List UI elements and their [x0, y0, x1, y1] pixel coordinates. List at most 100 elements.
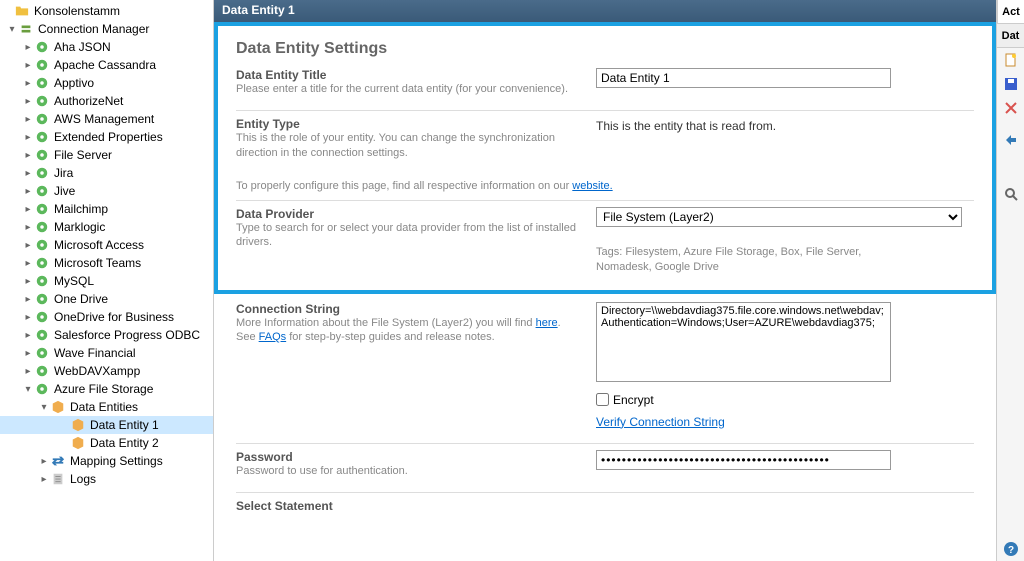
tree-item[interactable]: ▸Microsoft Teams [0, 254, 213, 272]
tree-item-data-entities[interactable]: ▾ Data Entities [0, 398, 213, 416]
row-connection-string: Connection String More Information about… [236, 298, 974, 443]
logs-icon [50, 471, 66, 487]
tree-item[interactable]: ▸Extended Properties [0, 128, 213, 146]
data-entity-title-input[interactable] [596, 68, 891, 88]
chevron-right-icon[interactable]: ▸ [22, 258, 34, 269]
chevron-right-icon[interactable]: ▸ [22, 60, 34, 71]
chevron-right-icon[interactable]: ▸ [22, 42, 34, 53]
chevron-right-icon[interactable]: ▸ [22, 204, 34, 215]
tree-item[interactable]: ▸Apache Cassandra [0, 56, 213, 74]
chevron-down-icon[interactable]: ▾ [22, 384, 34, 395]
chevron-right-icon[interactable]: ▸ [22, 330, 34, 341]
search-button[interactable] [997, 182, 1024, 206]
tree-item[interactable]: ▸AWS Management [0, 110, 213, 128]
gear-icon [34, 309, 50, 325]
tree-item[interactable]: ▸One Drive [0, 290, 213, 308]
title-bar: Data Entity 1 [214, 0, 996, 22]
tree-label: Salesforce Progress ODBC [52, 328, 200, 342]
tree-item[interactable]: ▸Jive [0, 182, 213, 200]
back-button[interactable] [997, 128, 1024, 152]
tree-item[interactable]: ▸AuthorizeNet [0, 92, 213, 110]
chevron-right-icon[interactable]: ▸ [22, 132, 34, 143]
website-link[interactable]: website. [572, 180, 612, 192]
chevron-right-icon[interactable]: ▸ [22, 222, 34, 233]
connection-icon [18, 21, 34, 37]
tree-item-data-entity-1[interactable]: Data Entity 1 [0, 416, 213, 434]
gear-icon [34, 327, 50, 343]
tree-item-logs[interactable]: ▸ Logs [0, 470, 213, 488]
page-title: Data Entity 1 [222, 3, 295, 17]
tree-item[interactable]: ▸ Apptivo [0, 74, 213, 92]
chevron-right-icon[interactable]: ▸ [22, 294, 34, 305]
chevron-right-icon[interactable]: ▸ [22, 168, 34, 179]
tree-item[interactable]: ▸ Microsoft Access [0, 236, 213, 254]
main-pane: Data Entity 1 Data Entity Settings Data … [214, 0, 996, 561]
tree-item[interactable]: ▸ Jira [0, 164, 213, 182]
new-button[interactable] [997, 48, 1024, 72]
delete-icon [1003, 100, 1019, 116]
chevron-right-icon[interactable]: ▸ [22, 276, 34, 287]
tree-label: OneDrive for Business [52, 310, 174, 324]
tree-item[interactable]: ▸File Server [0, 146, 213, 164]
verify-connection-link[interactable]: Verify Connection String [596, 415, 725, 429]
gear-icon [34, 75, 50, 91]
faqs-link[interactable]: FAQs [259, 331, 287, 343]
back-arrow-icon [1003, 132, 1019, 148]
tree-item[interactable]: ▸WebDAVXampp [0, 362, 213, 380]
tree-label: Wave Financial [52, 346, 136, 360]
cube-icon [70, 417, 86, 433]
tree-item-azure-file-storage[interactable]: ▾ Azure File Storage [0, 380, 213, 398]
field-label: Entity Type [236, 117, 576, 131]
chevron-right-icon[interactable]: ▸ [22, 312, 34, 323]
tree-label: Mailchimp [52, 202, 108, 216]
chevron-down-icon[interactable]: ▾ [6, 24, 18, 35]
tree-item[interactable]: ▸ Mailchimp [0, 200, 213, 218]
delete-button[interactable] [997, 96, 1024, 120]
tree-item[interactable]: ▸ Salesforce Progress ODBC [0, 326, 213, 344]
tree-label: Data Entity 1 [88, 418, 159, 432]
tree-label: Connection Manager [36, 22, 149, 36]
entity-type-value: This is the entity that is read from. [596, 117, 974, 133]
navigation-tree[interactable]: Konsolenstamm ▾ Connection Manager ▸Aha … [0, 0, 214, 561]
arrows-icon [50, 453, 66, 469]
chevron-right-icon[interactable]: ▸ [22, 366, 34, 377]
encrypt-label: Encrypt [613, 393, 654, 407]
tree-label: Data Entities [68, 400, 138, 414]
chevron-down-icon[interactable]: ▾ [38, 402, 50, 413]
chevron-right-icon[interactable]: ▸ [22, 96, 34, 107]
help-button[interactable]: ? [997, 537, 1024, 561]
chevron-right-icon[interactable]: ▸ [38, 456, 50, 467]
tree-label: Marklogic [52, 220, 105, 234]
tree-item[interactable]: ▸ OneDrive for Business [0, 308, 213, 326]
tree-item[interactable]: ▸Aha JSON [0, 38, 213, 56]
chevron-right-icon[interactable]: ▸ [22, 186, 34, 197]
here-link[interactable]: here [536, 317, 558, 329]
encrypt-checkbox[interactable] [596, 393, 609, 406]
connection-string-textarea[interactable]: Directory=\\webdavdiag375.file.core.wind… [596, 302, 891, 382]
chevron-right-icon[interactable]: ▸ [22, 114, 34, 125]
tree-item[interactable]: ▸ Wave Financial [0, 344, 213, 362]
tree-connection-manager[interactable]: ▾ Connection Manager [0, 20, 213, 38]
chevron-right-icon[interactable]: ▸ [22, 78, 34, 89]
tree-root[interactable]: Konsolenstamm [0, 2, 213, 20]
info-text: To properly configure this page, find al… [236, 180, 572, 192]
chevron-right-icon[interactable]: ▸ [22, 240, 34, 251]
tree-label: Apptivo [52, 76, 94, 90]
tree-item[interactable]: ▸ Marklogic [0, 218, 213, 236]
save-button[interactable] [997, 72, 1024, 96]
tree-item[interactable]: ▸MySQL [0, 272, 213, 290]
tab-act[interactable]: Act [997, 0, 1024, 24]
field-label: Data Provider [236, 207, 576, 221]
tree-item-mapping-settings[interactable]: ▸ Mapping Settings [0, 452, 213, 470]
tab-dat[interactable]: Dat [997, 24, 1024, 48]
tree-item-data-entity-2[interactable]: Data Entity 2 [0, 434, 213, 452]
gear-icon [34, 147, 50, 163]
chevron-right-icon[interactable]: ▸ [22, 150, 34, 161]
data-provider-select[interactable]: File System (Layer2) [596, 207, 962, 227]
chevron-right-icon[interactable]: ▸ [22, 348, 34, 359]
chevron-right-icon[interactable]: ▸ [38, 474, 50, 485]
tree-label: Microsoft Access [52, 238, 144, 252]
field-description: Type to search for or select your data p… [236, 221, 576, 250]
password-input[interactable] [596, 450, 891, 470]
tree-label: Jira [52, 166, 73, 180]
